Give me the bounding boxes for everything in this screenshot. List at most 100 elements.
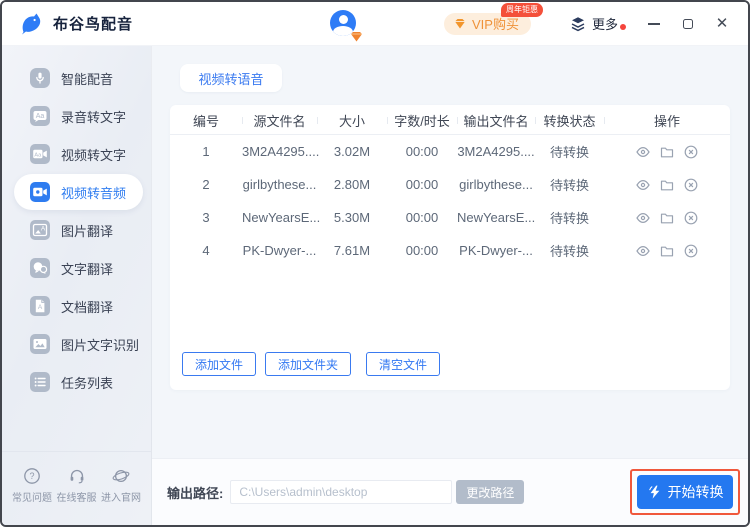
minimize-icon (648, 22, 660, 25)
sidebar: 智能配音 Aa 录音转文字 Aa 视频转文字 视频转音频 A 图片翻译 文字翻译… (2, 46, 152, 525)
start-convert-button[interactable]: 开始转换 (637, 475, 733, 509)
table-row: 3 NewYearsE... 5.30M 00:00 NewYearsE... … (170, 201, 730, 234)
cell-duration: 00:00 (405, 243, 439, 258)
sidebar-item-label: 图片文字识别 (61, 337, 140, 353)
faq-button[interactable]: ? 常见问题 (10, 466, 54, 504)
maximize-button[interactable] (676, 12, 700, 36)
clear-files-button[interactable]: 清空文件 (366, 352, 441, 376)
cell-status: 待转换 (549, 145, 589, 160)
cell-source-filename: 3M2A4295.... (242, 144, 320, 159)
remove-file-icon[interactable] (683, 243, 699, 259)
sidebar-item-video-to-text[interactable]: Aa 视频转文字 (14, 136, 143, 172)
sidebar-item-doc-translate[interactable]: A 文档翻译 (14, 288, 143, 324)
cell-source-filename: NewYearsE... (242, 210, 321, 225)
layers-icon (571, 16, 585, 31)
cell-size: 3.02M (333, 144, 371, 159)
cell-size: 2.80M (333, 177, 371, 192)
preview-eye-icon[interactable] (635, 144, 651, 160)
add-file-button[interactable]: 添加文件 (182, 352, 257, 376)
sidebar-item-label: 文档翻译 (61, 299, 114, 315)
cell-status: 待转换 (549, 244, 589, 259)
svg-text:Aa: Aa (36, 113, 45, 120)
cell-actions (604, 144, 730, 160)
cell-duration: 00:00 (405, 144, 439, 159)
globe-icon (112, 469, 130, 482)
online-support-button[interactable]: 在线客服 (55, 466, 99, 504)
change-path-button[interactable]: 更改路径 (456, 480, 525, 504)
sidebar-item-video-to-audio[interactable]: 视频转音频 (14, 174, 143, 210)
cell-duration: 00:00 (405, 210, 439, 225)
lightning-icon (648, 485, 659, 499)
chat-bubbles-icon (30, 258, 50, 278)
sidebar-item-text-translate[interactable]: 文字翻译 (14, 250, 143, 286)
remove-file-icon[interactable] (683, 210, 699, 226)
task-list-icon (30, 372, 50, 392)
cell-actions (604, 210, 730, 226)
preview-eye-icon[interactable] (635, 243, 651, 259)
tab-video-to-speech[interactable]: 视频转语音 (180, 64, 282, 92)
bottom-bar: 输出路径: C:\Users\admin\desktop 更改路径 开始转换 (152, 458, 748, 525)
table-row: 2 girlbythese... 2.80M 00:00 girlbythese… (170, 168, 730, 201)
video-camera-icon (30, 182, 50, 202)
cell-output-filename: girlbythese... (459, 177, 533, 192)
more-menu-button[interactable]: 更多 (569, 14, 626, 33)
open-folder-icon[interactable] (659, 210, 675, 226)
website-button[interactable]: 进入官网 (99, 466, 143, 504)
sidebar-item-image-ocr[interactable]: 图片文字识别 (14, 326, 143, 362)
remove-file-icon[interactable] (683, 144, 699, 160)
cell-output-filename: PK-Dwyer-... (459, 243, 533, 258)
notification-dot (620, 23, 626, 30)
image-translate-icon: A (30, 220, 50, 240)
sidebar-item-smart-dubbing[interactable]: 智能配音 (14, 60, 143, 96)
open-folder-icon[interactable] (659, 144, 675, 160)
output-path-input[interactable]: C:\Users\admin\desktop (230, 480, 453, 504)
cell-size: 5.30M (333, 210, 371, 225)
preview-eye-icon[interactable] (635, 210, 651, 226)
add-folder-button[interactable]: 添加文件夹 (265, 352, 352, 376)
vip-buy-button[interactable]: VIP购买 周年钜惠 (444, 2, 543, 35)
faq-label: 常见问题 (12, 492, 52, 504)
cell-output-filename: NewYearsE... (457, 210, 536, 225)
sidebar-item-label: 视频转音频 (61, 185, 127, 201)
open-folder-icon[interactable] (659, 177, 675, 193)
question-circle-icon: ? (24, 467, 40, 484)
sidebar-item-label: 视频转文字 (61, 147, 127, 163)
remove-file-icon[interactable] (683, 177, 699, 193)
cell-actions (604, 243, 730, 259)
col-header-source: 源文件名 (242, 111, 317, 130)
cell-source-filename: girlbythese... (242, 177, 317, 192)
sidebar-item-label: 智能配音 (61, 71, 114, 87)
table-body: 1 3M2A4295.... 3.02M 00:00 3M2A4295.... … (170, 135, 730, 267)
col-header-size: 大小 (317, 111, 387, 130)
cell-number: 1 (202, 144, 210, 159)
main-area: 视频转语音 编号 源文件名 大小 字数/时长 输出文件名 转换状态 操作 1 3… (152, 46, 748, 525)
user-avatar[interactable] (330, 10, 362, 42)
app-title: 布谷鸟配音 (53, 16, 134, 33)
close-icon: ✕ (715, 15, 729, 32)
cell-number: 3 (202, 210, 210, 225)
app-logo-icon (22, 13, 41, 34)
speech-bubble-aa-icon: Aa (30, 106, 50, 126)
preview-eye-icon[interactable] (635, 177, 651, 193)
close-button[interactable]: ✕ (710, 12, 734, 36)
vip-badge-icon (351, 32, 362, 42)
sidebar-footer: ? 常见问题 在线客服 进入官网 (2, 451, 151, 525)
image-icon (30, 334, 50, 354)
annotation-highlight-box: 开始转换 (630, 469, 740, 515)
col-header-duration: 字数/时长 (387, 111, 457, 130)
video-camera-aa-icon: Aa (30, 144, 50, 164)
online-support-label: 在线客服 (56, 492, 97, 504)
mic-icon (30, 68, 50, 88)
main-content: 视频转语音 编号 源文件名 大小 字数/时长 输出文件名 转换状态 操作 1 3… (152, 46, 748, 458)
sidebar-item-task-list[interactable]: 任务列表 (14, 364, 143, 400)
minimize-button[interactable] (642, 12, 666, 36)
open-folder-icon[interactable] (659, 243, 675, 259)
col-header-actions: 操作 (604, 111, 730, 130)
sidebar-item-audio-to-text[interactable]: Aa 录音转文字 (14, 98, 143, 134)
file-table-panel: 编号 源文件名 大小 字数/时长 输出文件名 转换状态 操作 1 3M2A429… (170, 105, 730, 390)
document-icon: A (30, 296, 50, 316)
app-window: 布谷鸟配音 VIP购买 周年钜惠 更多 ✕ 智能配音 Aa 录音转文字 Aa 视… (0, 0, 750, 527)
sidebar-item-label: 图片翻译 (61, 223, 114, 239)
cell-number: 4 (202, 243, 210, 258)
sidebar-item-image-translate[interactable]: A 图片翻译 (14, 212, 143, 248)
